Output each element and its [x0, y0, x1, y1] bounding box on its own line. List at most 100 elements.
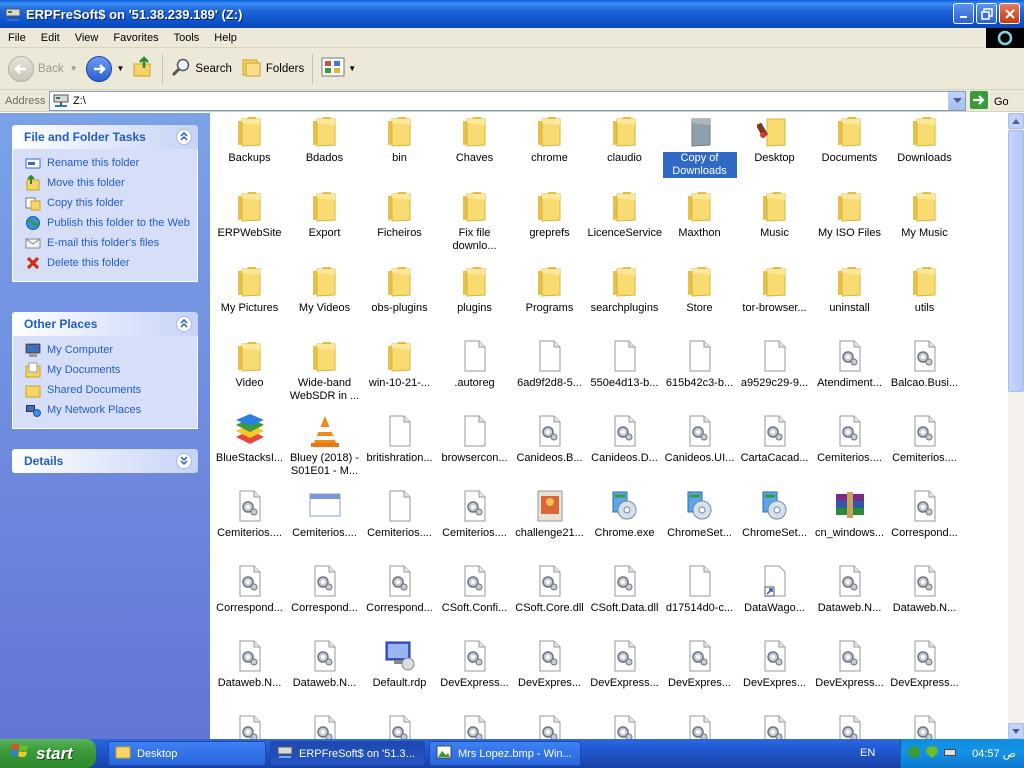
scroll-up-icon[interactable] [1008, 113, 1024, 129]
folder-item[interactable]: Store [662, 263, 737, 315]
folder-item[interactable]: My Videos [287, 263, 362, 315]
expand-chevron-icon[interactable] [176, 453, 192, 469]
file-item[interactable]: ChromeSet... [737, 488, 812, 540]
vertical-scrollbar[interactable] [1008, 113, 1024, 739]
scroll-down-icon[interactable] [1008, 723, 1024, 739]
file-item[interactable]: DevExpress... [587, 638, 662, 690]
menu-help[interactable]: Help [206, 32, 244, 44]
file-item[interactable]: Correspond... [887, 488, 962, 540]
menu-tools[interactable]: Tools [166, 32, 207, 44]
file-item[interactable]: Dataweb.N... [287, 638, 362, 690]
shield-tray-icon[interactable] [925, 745, 939, 762]
folder-item[interactable]: Export [287, 188, 362, 240]
collapse-chevron-icon[interactable] [176, 129, 192, 145]
folder-item[interactable]: Music [737, 188, 812, 240]
back-dropdown-icon[interactable]: ▼ [70, 64, 78, 73]
file-item[interactable]: 615b42c3-b... [662, 338, 737, 390]
file-item[interactable]: DevExpres... [662, 638, 737, 690]
file-item[interactable]: 550e4d13-b... [587, 338, 662, 390]
file-item[interactable]: Default.rdp [362, 638, 437, 690]
folder-item[interactable]: Downloads [887, 113, 962, 165]
file-item[interactable]: Cemiterios.... [287, 488, 362, 540]
file-item[interactable]: CSoft.Data.dll [587, 563, 662, 615]
file-item[interactable] [212, 713, 287, 739]
file-item[interactable]: Correspond... [287, 563, 362, 615]
file-item[interactable]: Canideos.UI... [662, 413, 737, 465]
folder-item[interactable]: bin [362, 113, 437, 165]
file-item[interactable]: Dataweb.N... [812, 563, 887, 615]
copy-folder-task[interactable]: Copy this folder [25, 195, 197, 215]
folder-item[interactable]: ERPWebSite [212, 188, 287, 240]
taskbar-button-explorer[interactable]: ERPFreSoft$ on '51.3... [270, 741, 425, 766]
file-item[interactable]: Cemiterios.... [212, 488, 287, 540]
forward-button[interactable]: ▼ [82, 52, 129, 86]
place-my-documents[interactable]: My Documents [25, 362, 197, 382]
go-button[interactable]: Go [970, 91, 1009, 112]
title-bar[interactable]: ERPFreSoft$ on '51.38.239.189' (Z:) [0, 0, 1024, 28]
file-item[interactable]: Cemiterios.... [887, 413, 962, 465]
folder-item[interactable]: searchplugins [587, 263, 662, 315]
menu-edit[interactable]: Edit [33, 32, 67, 44]
menu-favorites[interactable]: Favorites [105, 32, 165, 44]
file-item[interactable]: DevExpres... [512, 638, 587, 690]
file-list-view[interactable]: Backups Bdados bin Chaves chrome claudio Copy … [210, 113, 1008, 739]
place-my-computer[interactable]: My Computer [25, 342, 197, 362]
file-item[interactable]: ChromeSet... [662, 488, 737, 540]
file-item[interactable]: a9529c29-9... [737, 338, 812, 390]
panel-header[interactable]: File and Folder Tasks [12, 125, 198, 149]
move-folder-task[interactable]: Move this folder [25, 174, 197, 195]
folder-item[interactable]: Backups [212, 113, 287, 165]
folder-item[interactable]: utils [887, 263, 962, 315]
file-item[interactable] [437, 713, 512, 739]
forward-dropdown-icon[interactable]: ▼ [117, 64, 125, 73]
file-item[interactable]: .autoreg [437, 338, 512, 390]
delete-folder-task[interactable]: Delete this folder [25, 255, 197, 275]
folder-item[interactable]: greprefs [512, 188, 587, 240]
file-item[interactable]: CSoft.Core.dll [512, 563, 587, 615]
scrollbar-thumb[interactable] [1008, 130, 1024, 392]
minimize-button[interactable] [953, 3, 974, 24]
file-item[interactable]: Balcao.Busi... [887, 338, 962, 390]
views-dropdown-icon[interactable]: ▼ [348, 64, 356, 73]
panel-header[interactable]: Other Places [12, 312, 198, 336]
file-item[interactable]: CartaCacad... [737, 413, 812, 465]
address-dropdown-icon[interactable] [948, 92, 965, 110]
file-item[interactable]: Bluey (2018) - S01E01 - M... [287, 413, 362, 478]
collapse-chevron-icon[interactable] [176, 316, 192, 332]
file-item[interactable]: Chrome.exe [587, 488, 662, 540]
restore-button[interactable] [976, 3, 997, 24]
folder-item[interactable]: Maxthon [662, 188, 737, 240]
back-button[interactable]: Back ▼ [4, 52, 82, 86]
folder-item[interactable]: tor-browser... [737, 263, 812, 315]
folder-item[interactable]: My ISO Files [812, 188, 887, 240]
folder-item[interactable]: Programs [512, 263, 587, 315]
file-item[interactable]: DevExpress... [887, 638, 962, 690]
menu-file[interactable]: File [0, 32, 33, 44]
folder-item[interactable]: uninstall [812, 263, 887, 315]
file-item[interactable]: challenge21... [512, 488, 587, 540]
file-item[interactable] [662, 713, 737, 739]
folder-item[interactable]: obs-plugins [362, 263, 437, 315]
file-item[interactable]: britishration... [362, 413, 437, 465]
file-item[interactable]: Canideos.D... [587, 413, 662, 465]
clock[interactable]: 04:57 ص [972, 747, 1016, 760]
file-item[interactable] [737, 713, 812, 739]
folder-item[interactable]: Bdados [287, 113, 362, 165]
file-item[interactable] [587, 713, 662, 739]
file-item[interactable]: DataWago... [737, 563, 812, 615]
file-item[interactable] [887, 713, 962, 739]
file-item[interactable]: Correspond... [362, 563, 437, 615]
file-item[interactable]: Canideos.B... [512, 413, 587, 465]
panel-header[interactable]: Details [12, 449, 198, 473]
folder-item[interactable]: Ficheiros [362, 188, 437, 240]
network-tray-icon[interactable] [907, 745, 921, 762]
taskbar-button-image-viewer[interactable]: Mrs Lopez.bmp - Win... [429, 741, 581, 766]
file-item[interactable]: DevExpress... [437, 638, 512, 690]
place-shared-documents[interactable]: Shared Documents [25, 382, 197, 402]
rename-folder-task[interactable]: Rename this folder [25, 155, 197, 175]
file-item[interactable]: 6ad9f2d8-5... [512, 338, 587, 390]
file-item[interactable] [287, 713, 362, 739]
file-item[interactable]: d17514d0-c... [662, 563, 737, 615]
file-item[interactable]: Dataweb.N... [887, 563, 962, 615]
start-button[interactable]: start [0, 739, 96, 768]
